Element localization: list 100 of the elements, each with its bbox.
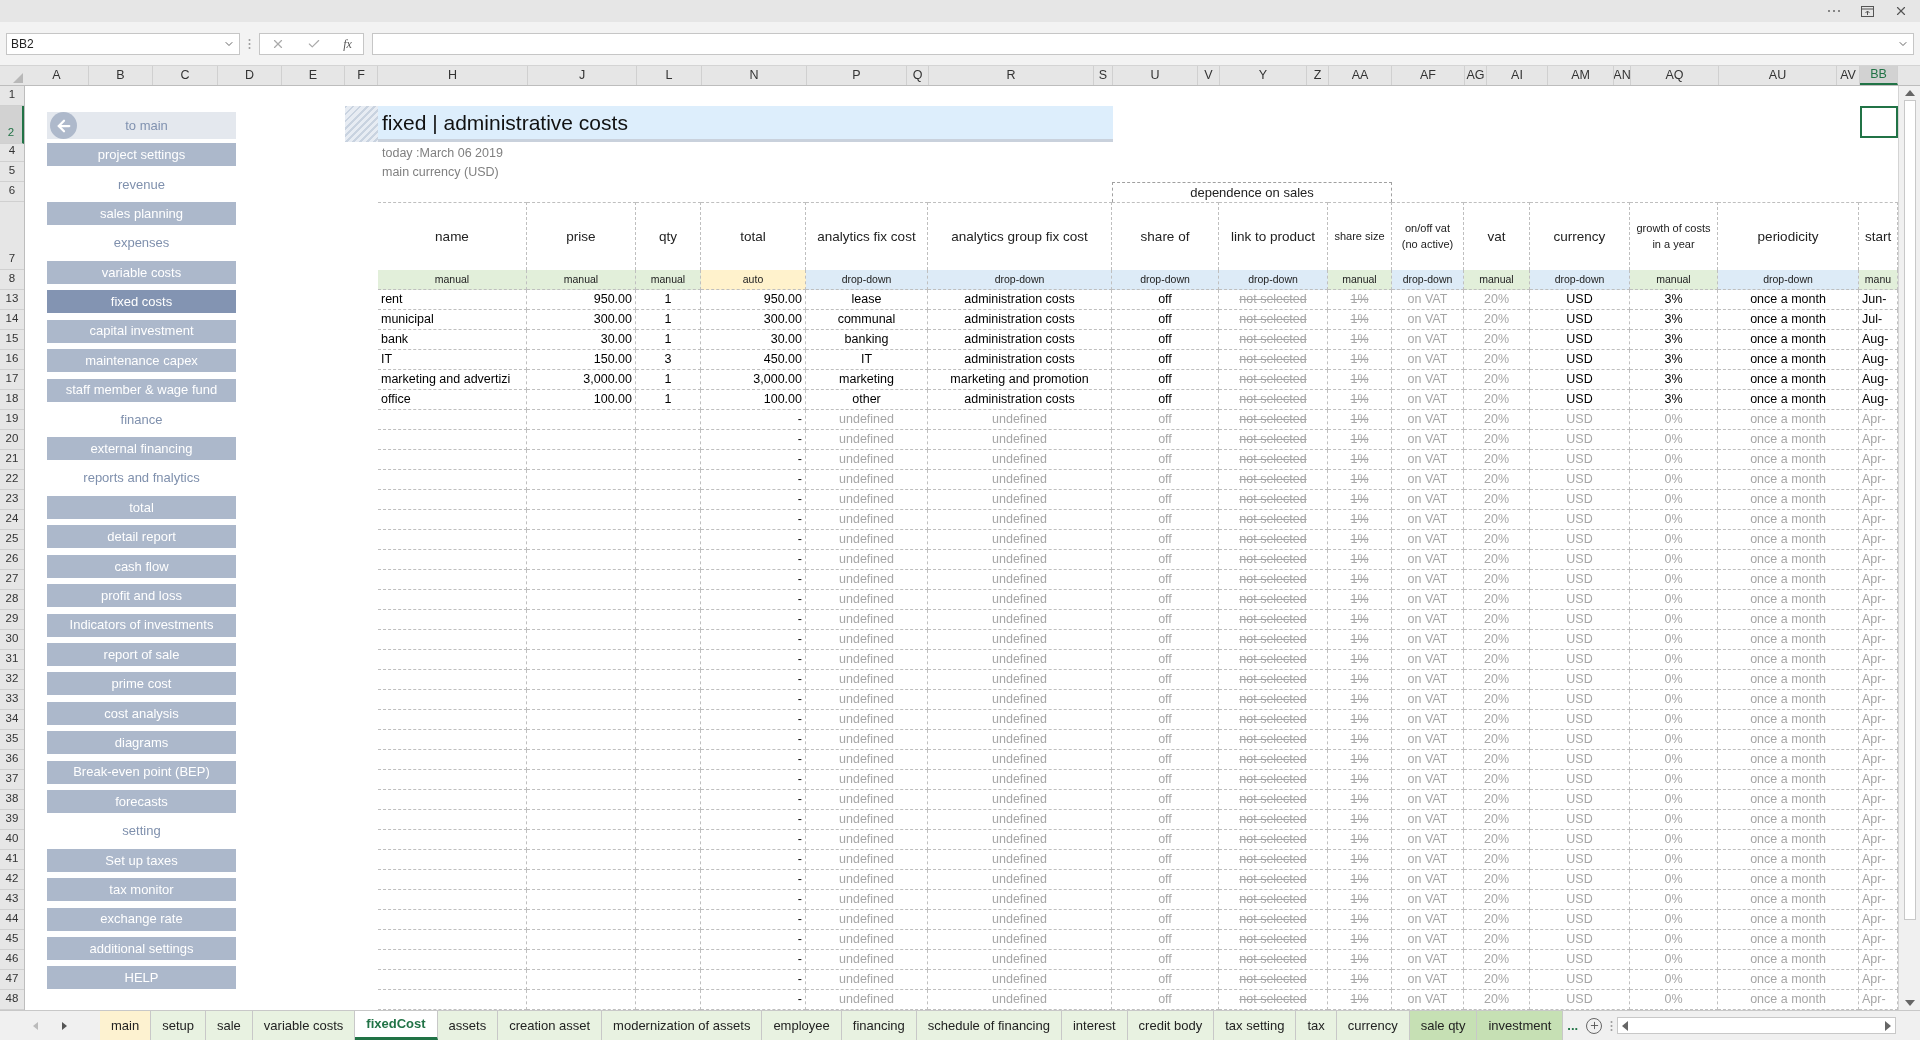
- scroll-down-icon[interactable]: [1904, 1000, 1915, 1006]
- row-header[interactable]: 40: [0, 830, 24, 850]
- row-header[interactable]: 28: [0, 590, 24, 610]
- row-header[interactable]: 46: [0, 950, 24, 970]
- column-header[interactable]: R: [929, 66, 1094, 85]
- column-header[interactable]: AI: [1487, 66, 1548, 85]
- column-header[interactable]: AU: [1719, 66, 1837, 85]
- sheet-tab[interactable]: assets: [437, 1011, 499, 1040]
- column-header[interactable]: S: [1094, 66, 1113, 85]
- sheet-tab[interactable]: sale qty: [1409, 1011, 1478, 1040]
- sheet-tab[interactable]: sale: [206, 1011, 253, 1040]
- column-header[interactable]: L: [637, 66, 702, 85]
- column-header[interactable]: J: [528, 66, 637, 85]
- row-header[interactable]: 43: [0, 890, 24, 910]
- row-header[interactable]: 35: [0, 730, 24, 750]
- column-header[interactable]: AN: [1614, 66, 1631, 85]
- sheet-tab[interactable]: tax setting: [1214, 1011, 1297, 1040]
- sheet-tab[interactable]: modernization of assets: [602, 1011, 763, 1040]
- row-header[interactable]: 17: [0, 370, 24, 390]
- sheet-tab[interactable]: credit body: [1127, 1011, 1215, 1040]
- row-header[interactable]: 25: [0, 530, 24, 550]
- column-header[interactable]: AQ: [1631, 66, 1719, 85]
- row-header[interactable]: 14: [0, 310, 24, 330]
- select-all-icon[interactable]: [13, 73, 23, 83]
- sheet-tab[interactable]: financing: [841, 1011, 917, 1040]
- row-header[interactable]: 33: [0, 690, 24, 710]
- sheet-tab[interactable]: setup: [151, 1011, 206, 1040]
- row-header[interactable]: 8: [0, 270, 24, 290]
- row-header[interactable]: 39: [0, 810, 24, 830]
- column-header[interactable]: A: [25, 66, 89, 85]
- row-header[interactable]: 5: [0, 162, 24, 182]
- row-header[interactable]: 34: [0, 710, 24, 730]
- sheet-tab[interactable]: currency: [1336, 1011, 1410, 1040]
- more-sheets-button[interactable]: ...: [1567, 1015, 1579, 1036]
- sheet-tab[interactable]: main: [100, 1011, 152, 1040]
- column-header[interactable]: Z: [1307, 66, 1329, 85]
- sheet-tab[interactable]: creation asset: [498, 1011, 603, 1040]
- row-header[interactable]: 45: [0, 930, 24, 950]
- formula-field[interactable]: [372, 32, 1914, 55]
- scroll-right-icon[interactable]: [1885, 1020, 1891, 1031]
- row-header[interactable]: 18: [0, 390, 24, 410]
- next-sheet-icon[interactable]: [62, 1021, 67, 1030]
- selected-cell[interactable]: [1860, 106, 1898, 138]
- row-header[interactable]: 23: [0, 490, 24, 510]
- restore-window-icon[interactable]: [1861, 5, 1874, 17]
- column-header[interactable]: H: [378, 66, 528, 85]
- row-header[interactable]: 24: [0, 510, 24, 530]
- previous-sheet-icon[interactable]: [33, 1021, 38, 1030]
- column-header[interactable]: E: [282, 66, 345, 85]
- row-header[interactable]: 21: [0, 450, 24, 470]
- column-header[interactable]: V: [1198, 66, 1220, 85]
- column-header[interactable]: P: [807, 66, 907, 85]
- column-header[interactable]: BB: [1860, 66, 1898, 85]
- row-header[interactable]: 38: [0, 790, 24, 810]
- column-header[interactable]: B: [89, 66, 153, 85]
- row-header[interactable]: 20: [0, 430, 24, 450]
- sheet-tab[interactable]: schedule of financing: [916, 1011, 1062, 1040]
- column-header[interactable]: F: [345, 66, 378, 85]
- row-header[interactable]: 13: [0, 290, 24, 310]
- splitter-icon[interactable]: [1610, 1019, 1614, 1032]
- row-header[interactable]: 30: [0, 630, 24, 650]
- row-header[interactable]: 29: [0, 610, 24, 630]
- column-header[interactable]: Q: [907, 66, 929, 85]
- row-header[interactable]: 15: [0, 330, 24, 350]
- column-header[interactable]: AG: [1465, 66, 1487, 85]
- row-header[interactable]: 41: [0, 850, 24, 870]
- close-icon[interactable]: [1894, 4, 1908, 18]
- name-box[interactable]: BB2: [6, 32, 240, 55]
- row-header[interactable]: 19: [0, 410, 24, 430]
- row-header[interactable]: 47: [0, 970, 24, 990]
- column-header[interactable]: AF: [1392, 66, 1465, 85]
- row-header[interactable]: 7: [0, 202, 24, 270]
- row-header[interactable]: 42: [0, 870, 24, 890]
- row-header[interactable]: 6: [0, 182, 24, 202]
- scroll-up-icon[interactable]: [1904, 90, 1915, 96]
- sheet-tab[interactable]: variable costs: [252, 1011, 356, 1040]
- row-header[interactable]: 2: [0, 106, 24, 144]
- column-header[interactable]: AA: [1329, 66, 1392, 85]
- sheet-tab[interactable]: interest: [1061, 1011, 1128, 1040]
- insert-function-button[interactable]: fx: [343, 34, 352, 53]
- row-header[interactable]: 22: [0, 470, 24, 490]
- scroll-left-icon[interactable]: [1622, 1020, 1629, 1031]
- row-header[interactable]: 16: [0, 350, 24, 370]
- more-icon[interactable]: [1827, 9, 1841, 13]
- row-header[interactable]: 36: [0, 750, 24, 770]
- drag-handle-icon[interactable]: [248, 37, 251, 50]
- horizontal-scrollbar[interactable]: [1617, 1017, 1896, 1034]
- sheet-tab[interactable]: tax: [1296, 1011, 1337, 1040]
- column-header[interactable]: C: [153, 66, 218, 85]
- row-header[interactable]: 31: [0, 650, 24, 670]
- row-header[interactable]: 32: [0, 670, 24, 690]
- sheet-tab[interactable]: employee: [762, 1011, 842, 1040]
- row-header[interactable]: 4: [0, 144, 24, 162]
- column-header[interactable]: AM: [1548, 66, 1614, 85]
- sheet-tab[interactable]: fixedCost: [355, 1011, 438, 1040]
- row-header[interactable]: 26: [0, 550, 24, 570]
- column-header[interactable]: U: [1113, 66, 1198, 85]
- row-header[interactable]: 37: [0, 770, 24, 790]
- column-header[interactable]: D: [218, 66, 282, 85]
- column-header[interactable]: N: [702, 66, 807, 85]
